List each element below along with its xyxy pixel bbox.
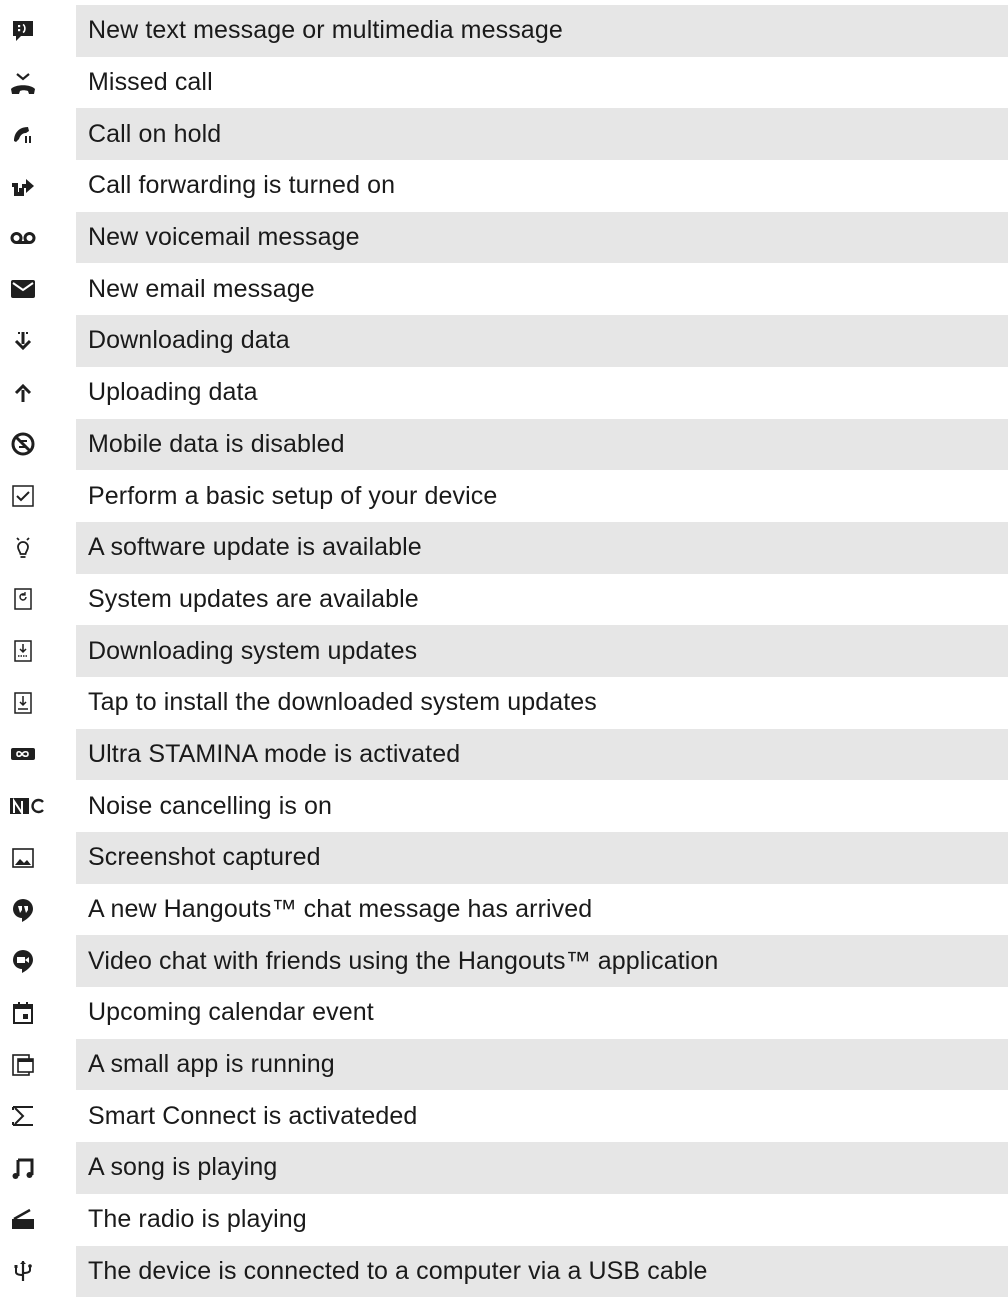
row-label: Video chat with friends using the Hangou…: [76, 935, 1008, 987]
hangouts-video-icon: [10, 948, 36, 974]
row-label: New email message: [76, 263, 1008, 315]
row-label: A new Hangouts™ chat message has arrived: [76, 884, 1008, 936]
email-icon: [10, 276, 36, 302]
row-label: A song is playing: [76, 1142, 1008, 1194]
music-note-icon: [10, 1155, 36, 1181]
download-icon: [10, 328, 36, 354]
call-on-hold-icon: [10, 121, 36, 147]
screenshot-icon: [10, 845, 36, 871]
downloading-system-update-icon: [10, 638, 36, 664]
table-row: Mobile data is disabled: [0, 419, 1008, 471]
row-label: Noise cancelling is on: [76, 780, 1008, 832]
table-row: Noise cancelling is on: [0, 780, 1008, 832]
upload-icon: [10, 380, 36, 406]
row-label: The device is connected to a computer vi…: [76, 1246, 1008, 1297]
table-row: Screenshot captured: [0, 832, 1008, 884]
table-row: New email message: [0, 263, 1008, 315]
table-row: Tap to install the downloaded system upd…: [0, 677, 1008, 729]
mobile-data-disabled-icon: [10, 431, 36, 457]
table-row: System updates are available: [0, 574, 1008, 626]
row-label: Downloading data: [76, 315, 1008, 367]
table-row: New voicemail message: [0, 212, 1008, 264]
table-row: Ultra STAMINA mode is activated: [0, 729, 1008, 781]
missed-call-icon: [10, 70, 36, 96]
row-label: Missed call: [76, 57, 1008, 109]
table-row: Smart Connect is activateded: [0, 1090, 1008, 1142]
table-row: Upcoming calendar event: [0, 987, 1008, 1039]
row-label: Upcoming calendar event: [76, 987, 1008, 1039]
table-row: Video chat with friends using the Hangou…: [0, 935, 1008, 987]
radio-icon: [10, 1207, 36, 1233]
row-label: Ultra STAMINA mode is activated: [76, 729, 1008, 781]
row-label: Uploading data: [76, 367, 1008, 419]
table-row: Downloading system updates: [0, 625, 1008, 677]
table-row: Downloading data: [0, 315, 1008, 367]
table-row: A new Hangouts™ chat message has arrived: [0, 884, 1008, 936]
usb-icon: [10, 1258, 36, 1284]
sms-icon: [10, 18, 36, 44]
table-row: A song is playing: [0, 1142, 1008, 1194]
row-label: Mobile data is disabled: [76, 419, 1008, 471]
row-label: Call on hold: [76, 108, 1008, 160]
noise-cancelling-icon: [10, 793, 46, 819]
row-label: A software update is available: [76, 522, 1008, 574]
row-label: Smart Connect is activateded: [76, 1090, 1008, 1142]
call-forwarding-icon: [10, 173, 36, 199]
voicemail-icon: [10, 225, 36, 251]
row-label: Tap to install the downloaded system upd…: [76, 677, 1008, 729]
install-update-icon: [10, 690, 36, 716]
table-row: The radio is playing: [0, 1194, 1008, 1246]
row-label: Perform a basic setup of your device: [76, 470, 1008, 522]
row-label: Screenshot captured: [76, 832, 1008, 884]
table-row: The device is connected to a computer vi…: [0, 1246, 1008, 1297]
system-update-icon: [10, 586, 36, 612]
small-app-icon: [10, 1052, 36, 1078]
row-label: A small app is running: [76, 1039, 1008, 1091]
table-row: Call forwarding is turned on: [0, 160, 1008, 212]
row-label: New text message or multimedia message: [76, 5, 1008, 57]
table-row: Perform a basic setup of your device: [0, 470, 1008, 522]
software-update-bulb-icon: [10, 535, 36, 561]
row-label: Downloading system updates: [76, 625, 1008, 677]
table-row: Call on hold: [0, 108, 1008, 160]
table-row: A software update is available: [0, 522, 1008, 574]
row-label: System updates are available: [76, 574, 1008, 626]
status-icon-table: New text message or multimedia message M…: [0, 5, 1008, 1297]
calendar-icon: [10, 1000, 36, 1026]
table-row: Missed call: [0, 57, 1008, 109]
setup-checkbox-icon: [10, 483, 36, 509]
table-row: Uploading data: [0, 367, 1008, 419]
smart-connect-icon: [10, 1103, 36, 1129]
row-label: Call forwarding is turned on: [76, 160, 1008, 212]
hangouts-chat-icon: [10, 897, 36, 923]
row-label: The radio is playing: [76, 1194, 1008, 1246]
ultra-stamina-icon: [10, 741, 36, 767]
row-label: New voicemail message: [76, 212, 1008, 264]
table-row: A small app is running: [0, 1039, 1008, 1091]
table-row: New text message or multimedia message: [0, 5, 1008, 57]
